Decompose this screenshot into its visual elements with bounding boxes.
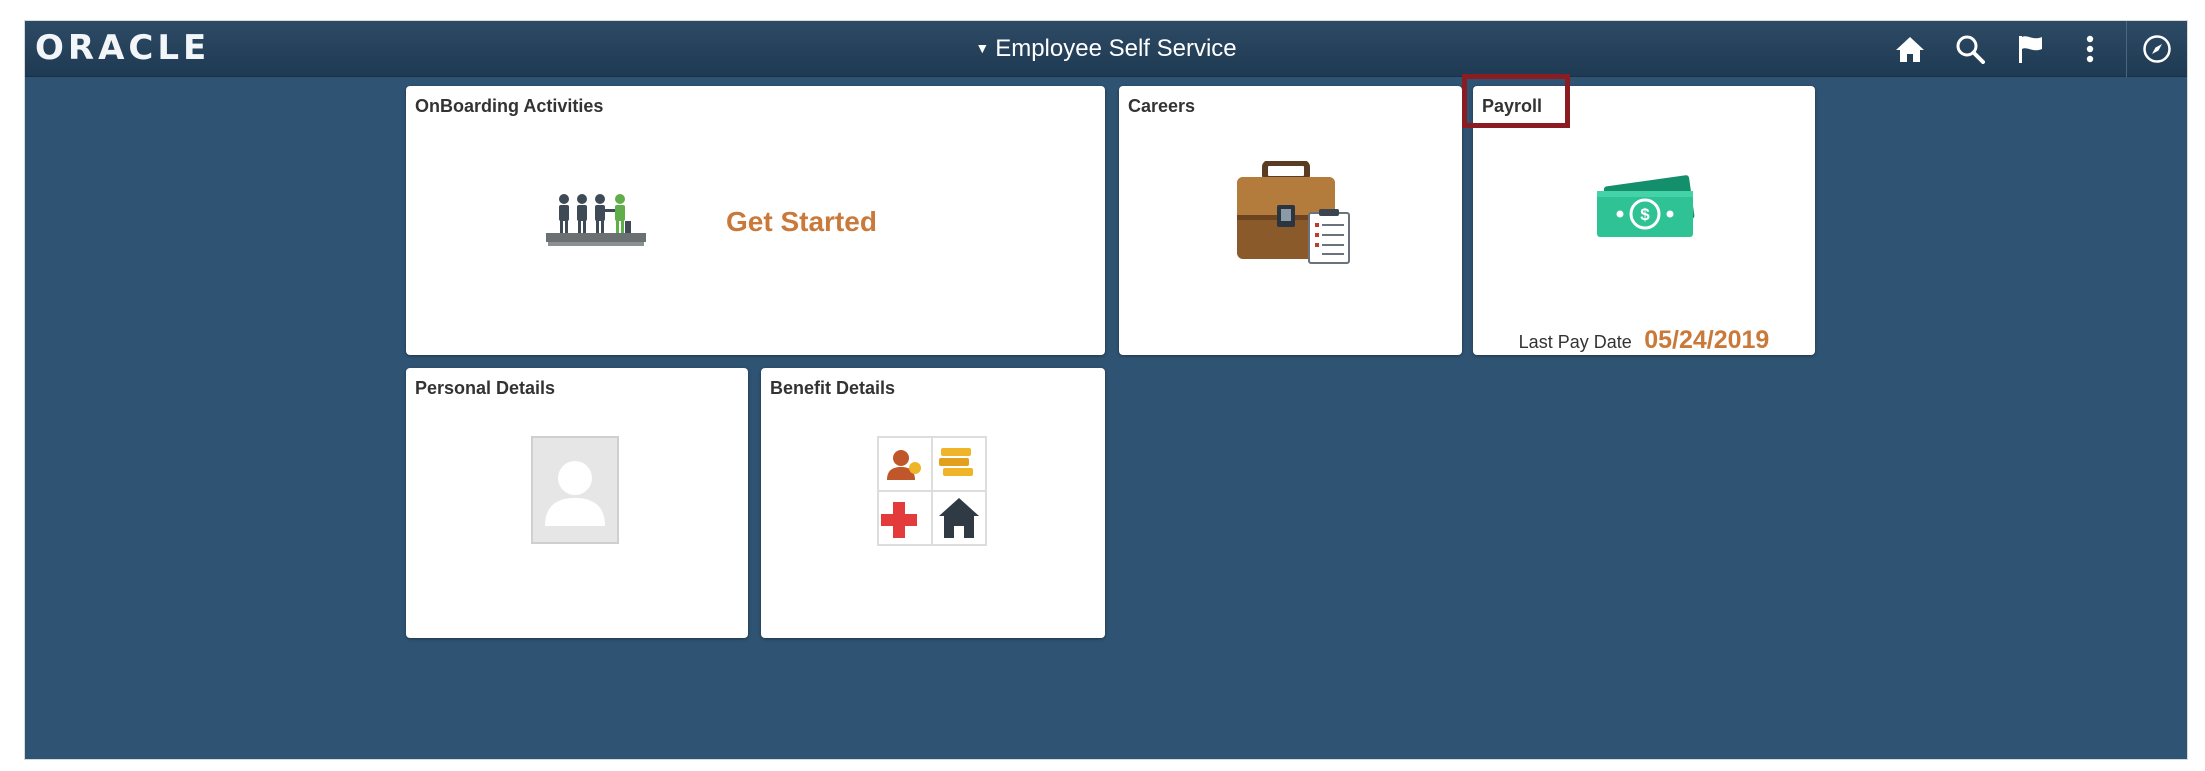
money-icon: $ bbox=[1593, 175, 1701, 248]
tile-title: Careers bbox=[1128, 96, 1196, 116]
header-actions bbox=[1880, 21, 2187, 77]
tile-title: Personal Details bbox=[415, 378, 556, 398]
last-pay-date: Last Pay Date 05/24/2019 bbox=[1473, 326, 1815, 355]
oracle-logo: ORACLE bbox=[35, 28, 211, 68]
tile-benefit-details[interactable]: Benefit Details bbox=[761, 368, 1105, 638]
briefcase-icon bbox=[1235, 160, 1353, 270]
tile-payroll[interactable]: Payroll $ Last Pay Date 05/24/2019 bbox=[1473, 86, 1815, 355]
tile-title: Benefit Details bbox=[770, 378, 896, 398]
chevron-down-icon: ▼ bbox=[975, 40, 990, 56]
tile-personal-details[interactable]: Personal Details bbox=[406, 368, 748, 638]
svg-text:$: $ bbox=[1640, 205, 1650, 224]
home-icon[interactable] bbox=[1880, 21, 1940, 77]
app-frame: ORACLE ▼ Employee Self Service OnBoardin… bbox=[24, 20, 2188, 760]
get-started-link[interactable]: Get Started bbox=[726, 206, 877, 238]
search-icon[interactable] bbox=[1940, 21, 2000, 77]
last-pay-date-label: Last Pay Date bbox=[1518, 332, 1632, 352]
tile-title: OnBoarding Activities bbox=[415, 96, 604, 116]
person-placeholder-icon bbox=[531, 436, 619, 549]
page-title-dropdown[interactable]: ▼ Employee Self Service bbox=[975, 21, 1236, 77]
tile-careers[interactable]: Careers bbox=[1119, 86, 1462, 355]
flag-icon[interactable] bbox=[2000, 21, 2060, 77]
more-options-icon[interactable] bbox=[2060, 21, 2120, 77]
header-bar: ORACLE ▼ Employee Self Service bbox=[25, 21, 2187, 77]
navbar-icon[interactable] bbox=[2127, 21, 2187, 77]
onboarding-people-icon bbox=[546, 191, 650, 254]
benefits-grid-icon bbox=[877, 436, 987, 551]
page-title: Employee Self Service bbox=[995, 35, 1237, 62]
tile-onboarding-activities[interactable]: OnBoarding Activities Get Started bbox=[406, 86, 1105, 355]
tile-title: Payroll bbox=[1482, 96, 1543, 116]
last-pay-date-value: 05/24/2019 bbox=[1644, 326, 1770, 354]
